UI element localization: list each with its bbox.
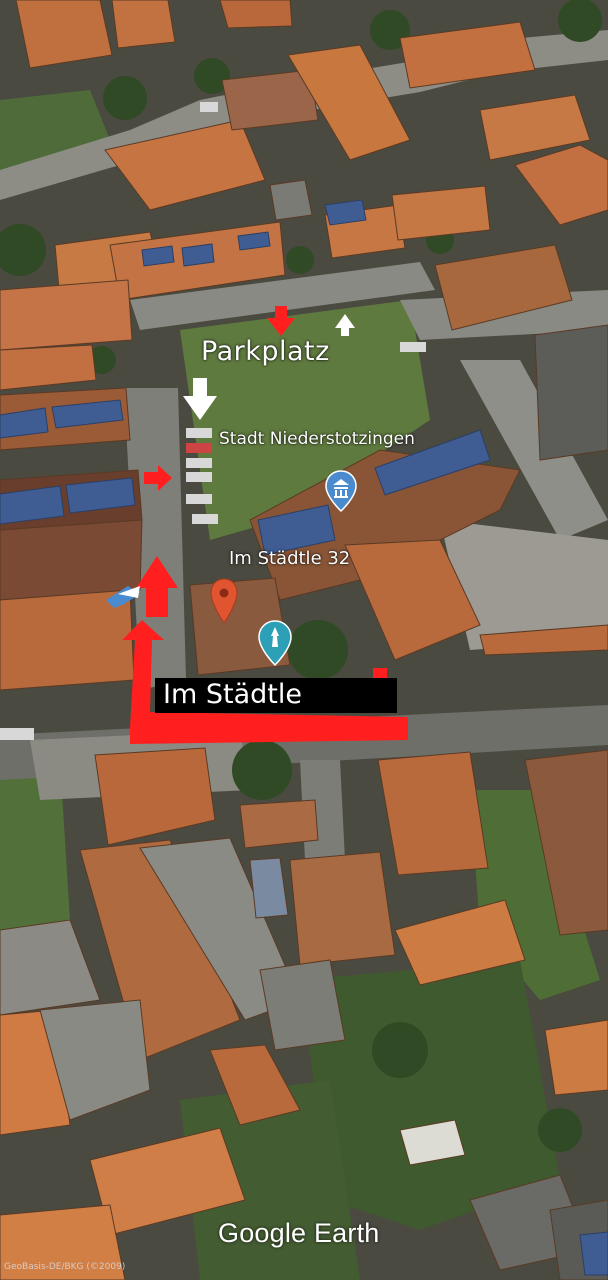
parking-label: Parkplatz (201, 336, 330, 367)
imagery-attribution: GeoBasis-DE/BKG (©2009) (4, 1262, 126, 1272)
street-label: Im Städtle (163, 679, 302, 710)
map-view[interactable]: Parkplatz Stadt Niederstotzingen Im Städ… (0, 0, 608, 1280)
address-label[interactable]: Im Städtle 32 (229, 548, 350, 569)
landmark-pin-icon[interactable] (325, 470, 357, 512)
monument-pin-icon[interactable] (258, 620, 292, 666)
satellite-imagery (0, 0, 608, 1280)
town-hall-label[interactable]: Stadt Niederstotzingen (219, 429, 415, 449)
red-location-pin-icon[interactable] (210, 578, 238, 624)
brand-logo: Google Earth (218, 1218, 380, 1248)
